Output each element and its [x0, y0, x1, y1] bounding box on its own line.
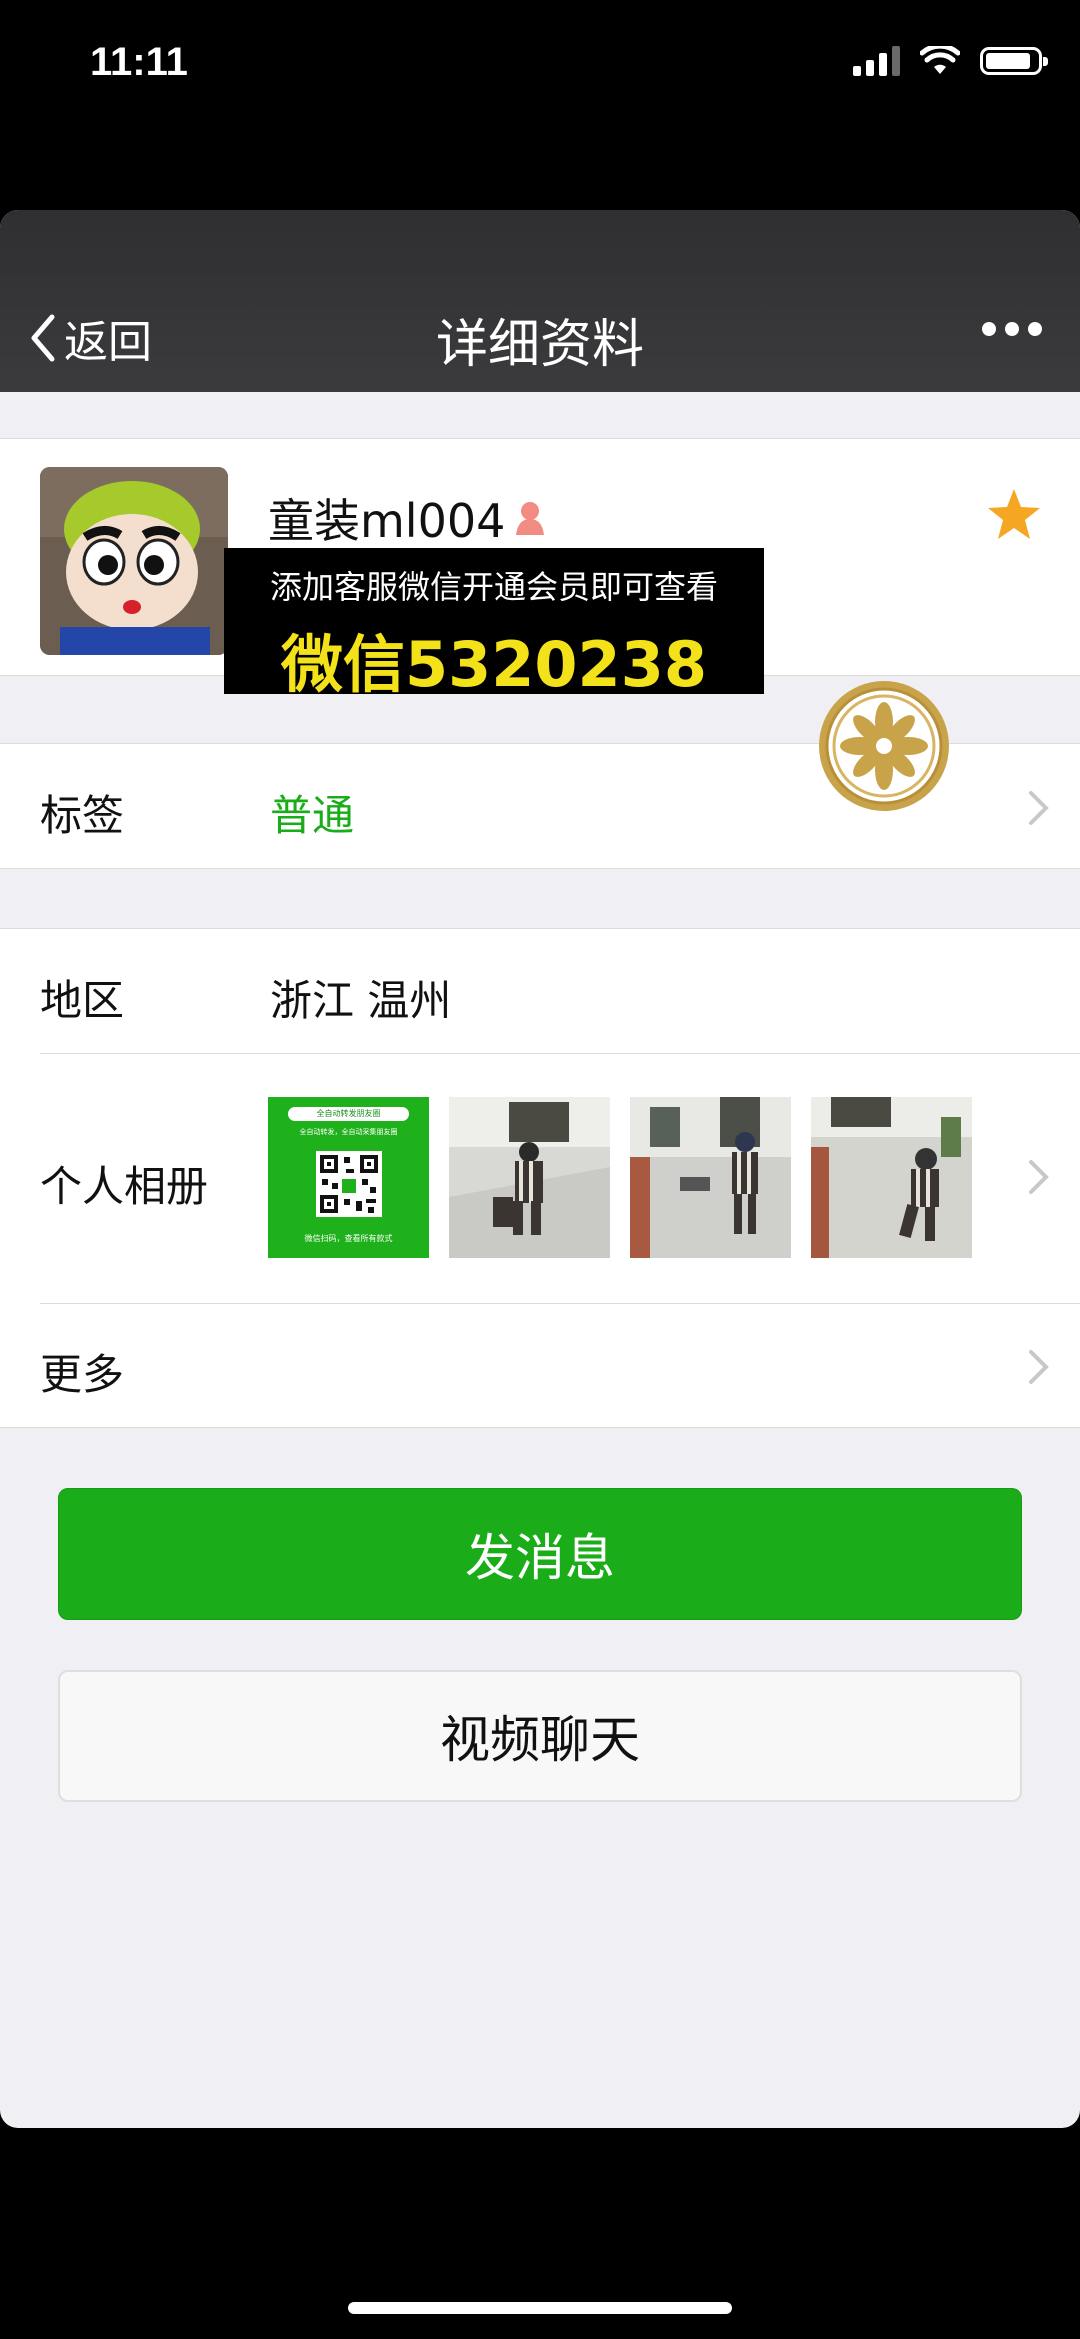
video-call-button[interactable]: 视频聊天 [58, 1670, 1022, 1802]
more-row[interactable]: 更多 [0, 1303, 1080, 1427]
region-label: 地区 [40, 976, 125, 1025]
nav-bar: 返回 详细资料 [0, 210, 1080, 392]
wifi-icon [920, 46, 960, 74]
album-photo-qr[interactable]: 全自动转发朋友圈 全自动转发，全自动采集朋友圈 微信扫码，查看所有款式 [268, 1097, 429, 1258]
star-icon[interactable] [986, 487, 1042, 541]
home-indicator[interactable] [348, 2302, 732, 2314]
status-icons [853, 46, 1048, 76]
avatar-image [40, 467, 228, 655]
qr-subtitle: 全自动转发，全自动采集朋友圈 [299, 1128, 398, 1136]
qr-code-icon [316, 1151, 382, 1217]
region-value: 浙江 温州 [270, 976, 452, 1025]
info-section: 地区 浙江 温州 个人相册 全自动转发朋友圈 全自动转发，全自动采集朋友圈 微信… [0, 928, 1080, 1428]
cellular-signal-icon [853, 46, 900, 76]
chevron-right-icon [1029, 1350, 1049, 1384]
chevron-right-icon [1029, 1160, 1049, 1194]
photo-image [630, 1097, 791, 1258]
tag-label: 标签 [40, 791, 125, 840]
album-label: 个人相册 [40, 1162, 209, 1211]
promo-line2: 微信5320238 [281, 628, 707, 701]
status-bar: 11:11 [0, 0, 1080, 140]
photo-image [449, 1097, 610, 1258]
album-photo[interactable] [630, 1097, 791, 1258]
album-photo[interactable] [811, 1097, 972, 1258]
album-photo[interactable] [449, 1097, 610, 1258]
promo-banner: 添加客服微信开通会员即可查看 微信5320238 [224, 548, 764, 701]
photo-image [811, 1097, 972, 1258]
promo-line1: 添加客服微信开通会员即可查看 [269, 568, 718, 606]
gold-emblem-icon [819, 681, 949, 811]
page-title: 详细资料 [435, 315, 644, 375]
female-gender-icon [516, 502, 545, 535]
profile-name: 童装ml004 [268, 485, 547, 551]
status-time: 11:11 [90, 40, 188, 84]
more-options-icon[interactable] [982, 322, 1042, 336]
send-message-button[interactable]: 发消息 [58, 1488, 1022, 1620]
region-row: 地区 浙江 温州 [0, 929, 1080, 1053]
contact-detail-sheet: 返回 详细资料 童装ml004 添加客服微信开通会员即可查看 微信5320238… [0, 210, 1080, 2128]
more-label: 更多 [40, 1350, 125, 1399]
album-row[interactable]: 个人相册 全自动转发朋友圈 全自动转发，全自动采集朋友圈 微信扫码，查看所有款式 [0, 1053, 1080, 1303]
profile-name-text: 童装ml004 [268, 494, 506, 548]
qr-footer: 微信扫码，查看所有款式 [304, 1234, 393, 1243]
avatar[interactable] [40, 467, 228, 655]
chevron-right-icon [1029, 791, 1049, 825]
album-thumbnails: 全自动转发朋友圈 全自动转发，全自动采集朋友圈 微信扫码，查看所有款式 [268, 1097, 972, 1258]
battery-icon [980, 47, 1048, 75]
tag-value: 普通 [270, 791, 355, 840]
qr-title: 全自动转发朋友圈 [288, 1107, 409, 1121]
